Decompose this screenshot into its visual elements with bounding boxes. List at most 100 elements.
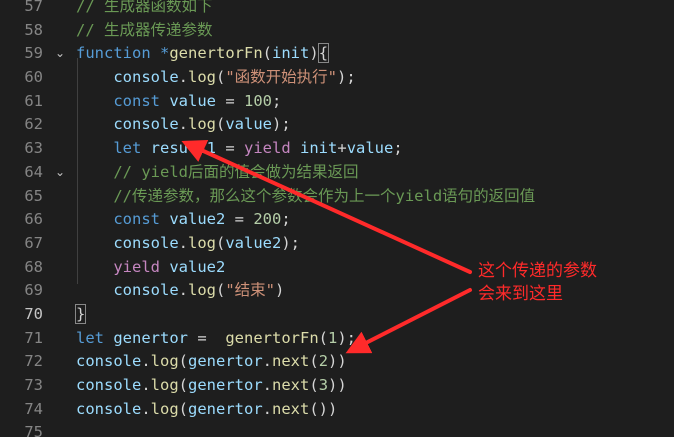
code-text[interactable]: yield value2 bbox=[76, 256, 225, 280]
code-lines[interactable]: 57// 生成器函数如下 58// 生成器传递参数 59 ⌄ function *gen… bbox=[0, 0, 674, 437]
line-number: 62 bbox=[24, 115, 43, 134]
line-number: 61 bbox=[24, 91, 43, 110]
code-line[interactable]: 64 ⌄ // yield后面的值会做为结果返回 bbox=[0, 161, 674, 185]
code-token: const bbox=[113, 210, 160, 229]
code-line[interactable]: 63 let result1 = yield init+value; bbox=[0, 137, 674, 161]
code-line[interactable]: 72 console.log(genertor.next(2)) bbox=[0, 350, 674, 374]
code-line[interactable]: 65 //传递参数，那么这个参数会作为上一个yield语句的返回值 bbox=[0, 185, 674, 209]
code-token: value2 bbox=[169, 257, 226, 276]
code-token: ( bbox=[216, 233, 226, 252]
code-text[interactable]: console.log("结束") bbox=[76, 279, 284, 303]
code-line[interactable]: 71 let genertor = genertorFn(1); bbox=[0, 327, 674, 351]
code-token: // 生成器传递参数 bbox=[76, 20, 213, 39]
code-text[interactable]: console.log(value); bbox=[76, 113, 290, 137]
code-token: //传递参数，那么这个参数会作为上一个yield语句的返回值 bbox=[113, 186, 536, 205]
line-number: 75 bbox=[24, 423, 43, 437]
code-token: ) bbox=[275, 281, 285, 300]
code-text[interactable]: let result1 = yield init+value; bbox=[76, 137, 403, 161]
code-line[interactable]: 66 const value2 = 200; bbox=[0, 208, 674, 232]
code-token: log bbox=[150, 352, 179, 371]
code-text[interactable]: // yield后面的值会做为结果返回 bbox=[76, 161, 358, 185]
code-line[interactable]: 73 console.log(genertor.next(3)) bbox=[0, 374, 674, 398]
code-line[interactable]: 75 bbox=[0, 421, 674, 437]
code-line[interactable]: 59 ⌄ function *genertorFn(init){ bbox=[0, 42, 674, 66]
code-token: genertor bbox=[188, 399, 263, 418]
code-text[interactable]: let genertor = genertorFn(1); bbox=[76, 327, 356, 351]
code-text[interactable]: // 生成器传递参数 bbox=[76, 19, 213, 43]
code-token: )) bbox=[328, 376, 347, 394]
code-text[interactable]: console.log("函数开始执行"); bbox=[76, 66, 355, 90]
code-line[interactable]: 58 // 生成器传递参数 bbox=[0, 19, 674, 43]
code-text[interactable]: // 生成器函数如下 bbox=[76, 0, 213, 19]
line-number: 63 bbox=[24, 139, 43, 158]
code-token: console bbox=[76, 352, 142, 371]
code-token: value bbox=[225, 115, 273, 134]
code-text[interactable]: console.log(genertor.next(2)) bbox=[76, 350, 347, 374]
code-token: "函数开始执行" bbox=[225, 68, 338, 87]
code-token: console bbox=[113, 233, 179, 252]
code-line[interactable]: 62 console.log(value); bbox=[0, 113, 674, 137]
code-token: console bbox=[113, 68, 179, 87]
code-text[interactable]: const value2 = 200; bbox=[76, 208, 290, 232]
annotation-line-2: 会来到这里 bbox=[478, 284, 563, 304]
code-token: ); bbox=[337, 328, 357, 347]
code-token: ()) bbox=[309, 399, 338, 418]
code-token: next bbox=[272, 352, 310, 371]
code-token: genertor bbox=[188, 376, 263, 394]
code-line[interactable]: 60 console.log("函数开始执行"); bbox=[0, 66, 674, 90]
code-token: . bbox=[178, 233, 188, 252]
code-token: value bbox=[169, 91, 217, 110]
line-number: 67 bbox=[24, 233, 43, 252]
code-text[interactable]: //传递参数，那么这个参数会作为上一个yield语句的返回值 bbox=[76, 185, 535, 209]
code-line[interactable]: 57 // 生成器函数如下 bbox=[0, 0, 674, 19]
code-text[interactable]: console.log(genertor.next(3)) bbox=[76, 374, 347, 398]
code-token: let bbox=[113, 139, 142, 158]
code-token: result1 bbox=[150, 139, 216, 158]
code-token: init bbox=[272, 44, 310, 63]
code-token: console bbox=[76, 399, 142, 418]
code-token: ( bbox=[178, 352, 189, 371]
line-number: 71 bbox=[24, 328, 43, 347]
fold-chevron-icon[interactable]: ⌄ bbox=[53, 42, 67, 66]
code-token: ); bbox=[281, 233, 301, 252]
fold-chevron-icon[interactable]: ⌄ bbox=[53, 161, 67, 185]
code-token: ; bbox=[393, 139, 403, 158]
code-line[interactable]: 61 const value = 100; bbox=[0, 90, 674, 114]
code-token: . bbox=[178, 281, 188, 300]
code-token: + bbox=[337, 139, 347, 158]
code-token: value bbox=[346, 139, 394, 158]
code-token: value2 bbox=[225, 233, 282, 252]
code-token: . bbox=[262, 376, 273, 394]
code-token: console bbox=[113, 115, 179, 134]
code-line[interactable]: 74 console.log(genertor.next()) bbox=[0, 398, 674, 422]
code-text[interactable]: const value = 100; bbox=[76, 90, 281, 114]
line-number: 59 bbox=[24, 44, 43, 63]
code-editor[interactable]: 57// 生成器函数如下 58// 生成器传递参数 59 ⌄ function *gen… bbox=[0, 0, 674, 437]
code-text[interactable]: } bbox=[74, 303, 87, 327]
line-number: 60 bbox=[24, 68, 43, 87]
annotation-text: 这个传递的参数 会来到这里 bbox=[478, 260, 597, 306]
code-token: log bbox=[188, 281, 216, 300]
code-token: ( bbox=[309, 352, 319, 371]
code-line[interactable]: 70} bbox=[0, 303, 674, 327]
code-token: yield bbox=[244, 139, 291, 158]
code-line[interactable]: 67 console.log(value2); bbox=[0, 232, 674, 256]
code-text[interactable]: console.log(genertor.next()) bbox=[76, 398, 337, 422]
line-number: 70 bbox=[24, 304, 43, 323]
code-text[interactable]: console.log(value2); bbox=[76, 232, 300, 256]
code-token: ( bbox=[318, 328, 328, 347]
code-token: value2 bbox=[169, 210, 226, 229]
code-token: log bbox=[150, 376, 179, 394]
code-token: let bbox=[76, 328, 104, 347]
line-number: 72 bbox=[24, 352, 43, 371]
code-token: // yield后面的值会做为结果返回 bbox=[113, 162, 359, 181]
code-text[interactable]: function *genertorFn(init){ bbox=[76, 42, 330, 66]
code-token: . bbox=[178, 68, 188, 87]
